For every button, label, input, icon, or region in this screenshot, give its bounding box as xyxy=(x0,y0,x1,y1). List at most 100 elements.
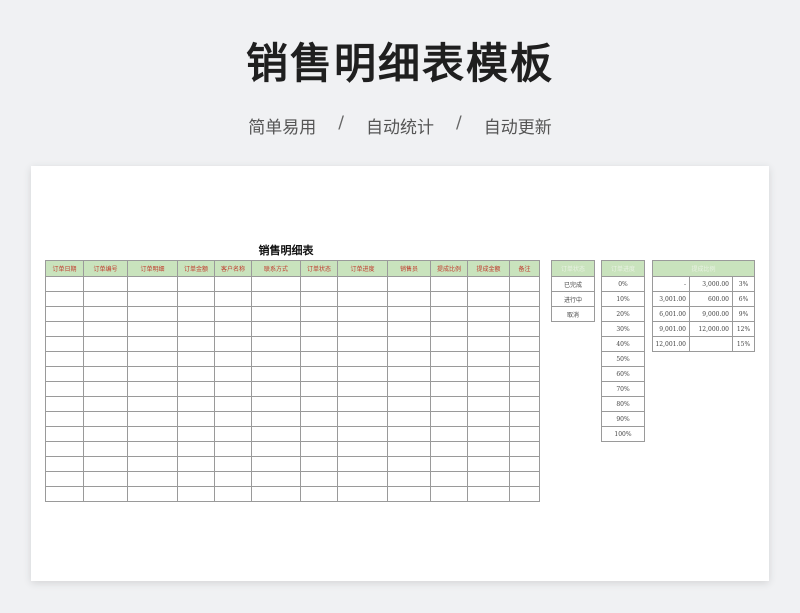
table-cell[interactable] xyxy=(45,441,84,457)
column-header[interactable]: 订单日期 xyxy=(45,260,84,277)
table-cell[interactable] xyxy=(337,411,388,427)
table-cell[interactable] xyxy=(467,486,510,502)
table-cell[interactable] xyxy=(127,441,178,457)
table-cell[interactable] xyxy=(45,381,84,397)
table-cell[interactable] xyxy=(83,471,128,487)
table-cell[interactable] xyxy=(83,351,128,367)
table-cell[interactable] xyxy=(509,396,540,412)
table-cell[interactable] xyxy=(177,366,215,382)
table-cell[interactable] xyxy=(509,411,540,427)
table-cell[interactable] xyxy=(83,456,128,472)
table-cell[interactable] xyxy=(45,336,84,352)
table-cell[interactable] xyxy=(251,471,301,487)
table-cell[interactable] xyxy=(251,396,301,412)
table-cell[interactable] xyxy=(83,426,128,442)
table-cell[interactable] xyxy=(430,411,468,427)
table-cell[interactable] xyxy=(509,471,540,487)
status-option[interactable]: 已完成 xyxy=(551,276,595,292)
table-cell[interactable] xyxy=(387,366,431,382)
table-cell[interactable] xyxy=(430,366,468,382)
table-cell[interactable] xyxy=(467,291,510,307)
table-cell[interactable] xyxy=(387,276,431,292)
table-cell[interactable] xyxy=(83,486,128,502)
table-cell[interactable] xyxy=(509,366,540,382)
table-cell[interactable] xyxy=(337,486,388,502)
commission-rate-cell[interactable]: 9% xyxy=(731,306,756,322)
table-cell[interactable] xyxy=(300,306,338,322)
table-cell[interactable] xyxy=(214,366,252,382)
table-cell[interactable] xyxy=(45,486,84,502)
table-cell[interactable] xyxy=(387,411,431,427)
table-cell[interactable] xyxy=(387,291,431,307)
table-cell[interactable] xyxy=(83,441,128,457)
table-cell[interactable] xyxy=(177,426,215,442)
table-cell[interactable] xyxy=(214,426,252,442)
table-cell[interactable] xyxy=(300,441,338,457)
table-cell[interactable] xyxy=(251,291,301,307)
table-cell[interactable] xyxy=(387,456,431,472)
table-cell[interactable] xyxy=(83,306,128,322)
status-option[interactable]: 进行中 xyxy=(551,291,595,307)
table-cell[interactable] xyxy=(387,336,431,352)
table-cell[interactable] xyxy=(387,471,431,487)
commission-rate-cell[interactable]: 12% xyxy=(731,321,756,337)
table-cell[interactable] xyxy=(337,351,388,367)
table-cell[interactable] xyxy=(127,336,178,352)
column-header[interactable]: 联系方式 xyxy=(251,260,301,277)
table-cell[interactable] xyxy=(127,396,178,412)
table-cell[interactable] xyxy=(509,306,540,322)
commission-rate-cell[interactable]: 6% xyxy=(731,291,756,307)
table-cell[interactable] xyxy=(509,351,540,367)
table-cell[interactable] xyxy=(251,486,301,502)
table-cell[interactable] xyxy=(300,351,338,367)
table-cell[interactable] xyxy=(430,321,468,337)
table-cell[interactable] xyxy=(387,351,431,367)
table-cell[interactable] xyxy=(214,486,252,502)
table-cell[interactable] xyxy=(509,321,540,337)
table-cell[interactable] xyxy=(214,276,252,292)
amount-lower-cell[interactable]: - xyxy=(652,276,690,292)
table-cell[interactable] xyxy=(300,291,338,307)
table-cell[interactable] xyxy=(214,351,252,367)
table-cell[interactable] xyxy=(251,366,301,382)
table-cell[interactable] xyxy=(467,426,510,442)
table-cell[interactable] xyxy=(467,381,510,397)
table-cell[interactable] xyxy=(300,321,338,337)
table-cell[interactable] xyxy=(127,411,178,427)
table-cell[interactable] xyxy=(214,381,252,397)
table-cell[interactable] xyxy=(45,276,84,292)
table-cell[interactable] xyxy=(45,306,84,322)
table-cell[interactable] xyxy=(251,381,301,397)
table-cell[interactable] xyxy=(300,396,338,412)
progress-option[interactable]: 70% xyxy=(601,381,645,397)
table-cell[interactable] xyxy=(214,291,252,307)
amount-lower-cell[interactable]: 12,001.00 xyxy=(652,336,690,352)
table-cell[interactable] xyxy=(83,366,128,382)
table-cell[interactable] xyxy=(509,441,540,457)
table-cell[interactable] xyxy=(83,396,128,412)
column-header[interactable]: 订单状态 xyxy=(300,260,338,277)
progress-option[interactable]: 60% xyxy=(601,366,645,382)
table-cell[interactable] xyxy=(337,336,388,352)
column-header[interactable]: 订单进度 xyxy=(337,260,388,277)
table-cell[interactable] xyxy=(300,336,338,352)
table-cell[interactable] xyxy=(177,471,215,487)
column-header[interactable]: 销售员 xyxy=(387,260,431,277)
table-cell[interactable] xyxy=(251,411,301,427)
table-cell[interactable] xyxy=(300,276,338,292)
table-cell[interactable] xyxy=(127,456,178,472)
table-cell[interactable] xyxy=(300,366,338,382)
progress-option[interactable]: 40% xyxy=(601,336,645,352)
table-cell[interactable] xyxy=(214,456,252,472)
table-cell[interactable] xyxy=(251,441,301,457)
table-cell[interactable] xyxy=(337,291,388,307)
amount-upper-cell[interactable]: 12,000.00 xyxy=(689,321,733,337)
table-cell[interactable] xyxy=(467,366,510,382)
table-cell[interactable] xyxy=(251,351,301,367)
table-cell[interactable] xyxy=(83,321,128,337)
table-cell[interactable] xyxy=(127,276,178,292)
table-cell[interactable] xyxy=(430,471,468,487)
commission-rate-cell[interactable]: 3% xyxy=(731,276,756,292)
amount-upper-cell[interactable]: 600.00 xyxy=(689,291,733,307)
table-cell[interactable] xyxy=(177,306,215,322)
